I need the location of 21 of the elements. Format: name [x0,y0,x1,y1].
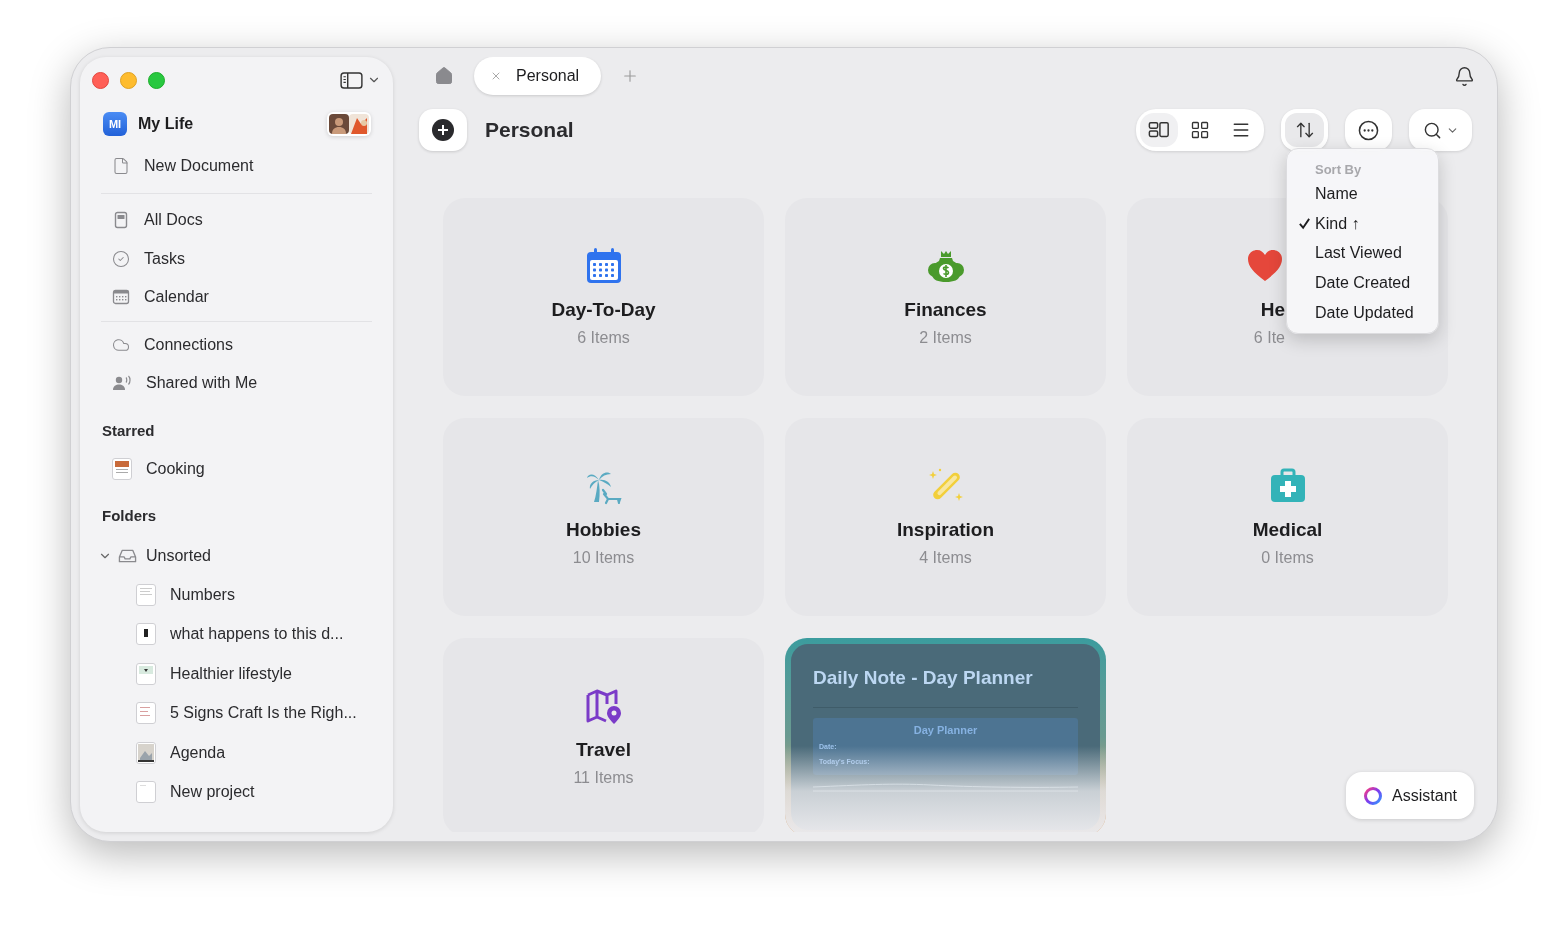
item-count: 6 Items [577,328,630,348]
folder-title: Medical [1252,518,1323,542]
section-heading: Starred [102,420,155,441]
menu-heading: Sort By [1315,161,1362,179]
folder-title: Day-To-Day [551,298,656,322]
folder-title: Finances [904,298,987,322]
page-title: Personal [485,117,574,144]
item-count: 4 Items [919,548,972,568]
section-heading: Folders [102,505,157,526]
planner-heading: Day Planner [913,722,978,738]
folder-title: Travel [576,738,631,762]
document-title: Daily Note - Day Planner [813,666,1034,690]
item-count: 6 Ite [1253,328,1285,348]
folder-title: Hobbies [566,518,641,542]
item-count: 0 Items [1261,548,1314,568]
folder-title: Inspiration [896,518,995,542]
workspace-badge: MI [103,112,127,136]
item-count: 10 Items [572,548,635,568]
item-count: 11 Items [573,768,634,788]
item-count: 2 Items [919,328,972,348]
folder-title: He [1260,298,1285,322]
